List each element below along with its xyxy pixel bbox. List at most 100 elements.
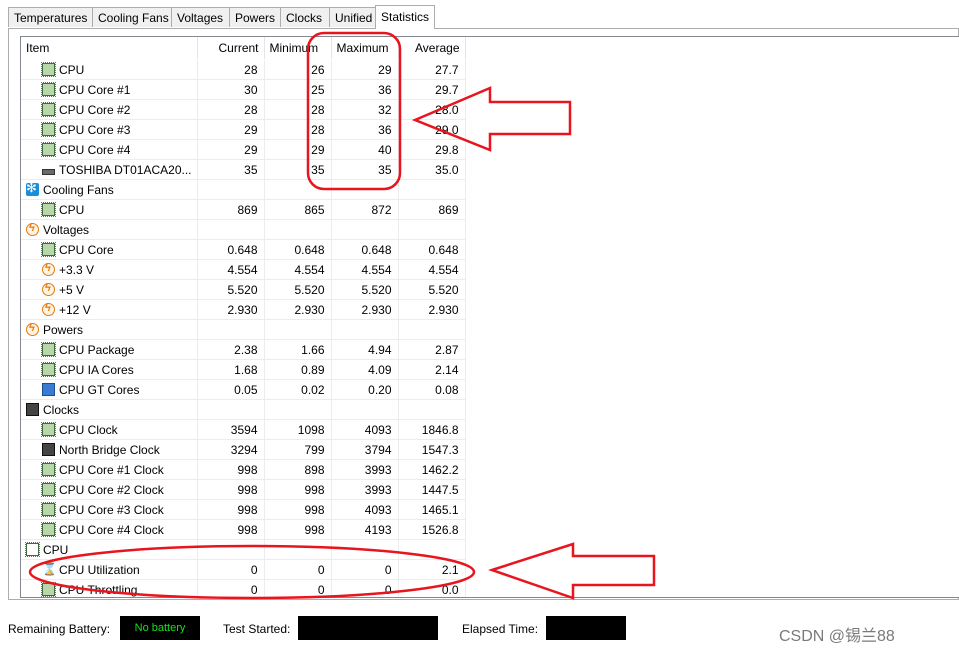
table-row[interactable]: CPU Throttling 0 0 0 0.0 bbox=[21, 579, 953, 597]
category-row[interactable]: Powers bbox=[21, 319, 953, 340]
voltage-icon bbox=[42, 281, 55, 296]
item-label: CPU Core #2 bbox=[59, 102, 131, 117]
current-cell: 28 bbox=[197, 99, 265, 120]
minimum-cell bbox=[264, 539, 332, 560]
filler-cell bbox=[465, 300, 953, 320]
table-row[interactable]: TOSHIBA DT01ACA20... 35 35 35 35.0 bbox=[21, 159, 953, 180]
filler-cell bbox=[465, 200, 953, 220]
chip-icon bbox=[41, 242, 56, 257]
item-cell: CPU bbox=[21, 59, 198, 80]
category-row[interactable]: Voltages bbox=[21, 219, 953, 240]
table-row[interactable]: CPU Clock 3594 1098 4093 1846.8 bbox=[21, 419, 953, 440]
fan-icon bbox=[26, 180, 39, 196]
current-cell: 3294 bbox=[197, 439, 265, 460]
average-cell: 28.0 bbox=[398, 99, 466, 120]
filler-cell bbox=[465, 220, 953, 240]
category-row[interactable]: Cooling Fans bbox=[21, 179, 953, 200]
item-cell: +12 V bbox=[21, 299, 198, 320]
column-header-current[interactable]: Current bbox=[197, 37, 265, 60]
table-row[interactable]: CPU GT Cores 0.05 0.02 0.20 0.08 bbox=[21, 379, 953, 400]
current-cell bbox=[197, 219, 265, 240]
column-header-average[interactable]: Average bbox=[398, 37, 466, 60]
filler-cell bbox=[465, 380, 953, 400]
current-cell: 0 bbox=[197, 579, 265, 597]
category-row[interactable]: Clocks bbox=[21, 399, 953, 420]
average-cell: 1465.1 bbox=[398, 499, 466, 520]
current-cell: 2.930 bbox=[197, 299, 265, 320]
maximum-cell: 35 bbox=[331, 159, 399, 180]
table-row[interactable]: CPU Core #2 Clock 998 998 3993 1447.5 bbox=[21, 479, 953, 500]
item-cell: TOSHIBA DT01ACA20... bbox=[21, 159, 198, 180]
table-row[interactable]: CPU Core 0.648 0.648 0.648 0.648 bbox=[21, 239, 953, 260]
maximum-cell: 36 bbox=[331, 119, 399, 140]
maximum-cell: 4193 bbox=[331, 519, 399, 540]
current-cell: 998 bbox=[197, 479, 265, 500]
table-row[interactable]: CPU Core #4 Clock 998 998 4193 1526.8 bbox=[21, 519, 953, 540]
minimum-cell: 898 bbox=[264, 459, 332, 480]
table-row[interactable]: CPU Core #4 29 29 40 29.8 bbox=[21, 139, 953, 160]
column-header-item[interactable]: Item bbox=[21, 37, 198, 60]
maximum-cell: 3794 bbox=[331, 439, 399, 460]
tab-cooling-fans[interactable]: Cooling Fans bbox=[92, 7, 172, 27]
average-cell: 2.930 bbox=[398, 299, 466, 320]
table-row[interactable]: CPU 28 26 29 27.7 bbox=[21, 59, 953, 80]
item-label: TOSHIBA DT01ACA20... bbox=[59, 162, 192, 177]
chip-icon bbox=[41, 522, 56, 537]
tab-voltages[interactable]: Voltages bbox=[171, 7, 230, 27]
tab-clocks[interactable]: Clocks bbox=[280, 7, 330, 27]
minimum-cell: 25 bbox=[264, 79, 332, 100]
average-cell: 1846.8 bbox=[398, 419, 466, 440]
filler-cell bbox=[465, 280, 953, 300]
maximum-cell bbox=[331, 539, 399, 560]
item-cell: Voltages bbox=[21, 219, 198, 240]
average-cell: 2.87 bbox=[398, 339, 466, 360]
tab-unified[interactable]: Unified bbox=[329, 7, 376, 27]
average-cell: 4.554 bbox=[398, 259, 466, 280]
table-row[interactable]: CPU Core #1 30 25 36 29.7 bbox=[21, 79, 953, 100]
filler-cell bbox=[465, 160, 953, 180]
column-header-maximum[interactable]: Maximum bbox=[331, 37, 399, 60]
average-cell: 0.0 bbox=[398, 579, 466, 597]
column-header-minimum[interactable]: Minimum bbox=[264, 37, 332, 60]
minimum-cell: 2.930 bbox=[264, 299, 332, 320]
item-cell: +3.3 V bbox=[21, 259, 198, 280]
average-cell: 35.0 bbox=[398, 159, 466, 180]
item-cell: CPU Package bbox=[21, 339, 198, 360]
maximum-cell bbox=[331, 319, 399, 340]
average-cell: 1547.3 bbox=[398, 439, 466, 460]
item-label: CPU Core #4 Clock bbox=[59, 522, 164, 537]
elapsed-time-label: Elapsed Time: bbox=[462, 622, 539, 636]
table-row[interactable]: CPU Core #3 Clock 998 998 4093 1465.1 bbox=[21, 499, 953, 520]
table-row[interactable]: +3.3 V4.5544.5544.5544.554 bbox=[21, 259, 953, 280]
sensor-list[interactable]: Item Current Minimum Maximum Average CPU… bbox=[20, 36, 959, 598]
current-cell: 869 bbox=[197, 199, 265, 220]
table-row[interactable]: ⌛ CPU Utilization 0 0 0 2.1 bbox=[21, 559, 953, 580]
chip-icon bbox=[41, 462, 56, 477]
table-row[interactable]: +12 V2.9302.9302.9302.930 bbox=[21, 299, 953, 320]
item-label: CPU Core #3 bbox=[59, 122, 131, 137]
item-label: +12 V bbox=[59, 302, 91, 317]
table-row[interactable]: CPU Core #3 29 28 36 29.0 bbox=[21, 119, 953, 140]
item-cell: CPU Core #3 Clock bbox=[21, 499, 198, 520]
statistics-panel: Item Current Minimum Maximum Average CPU… bbox=[8, 28, 959, 600]
category-row[interactable]: CPU bbox=[21, 539, 953, 560]
minimum-cell bbox=[264, 219, 332, 240]
table-row[interactable]: North Bridge Clock 3294 799 3794 1547.3 bbox=[21, 439, 953, 460]
tab-statistics[interactable]: Statistics bbox=[375, 5, 435, 29]
table-row[interactable]: CPU Package 2.38 1.66 4.94 2.87 bbox=[21, 339, 953, 360]
minimum-cell: 0.02 bbox=[264, 379, 332, 400]
table-row[interactable]: CPU Core #1 Clock 998 898 3993 1462.2 bbox=[21, 459, 953, 480]
filler-cell bbox=[465, 440, 953, 460]
column-header-row: Item Current Minimum Maximum Average bbox=[21, 37, 953, 60]
table-row[interactable]: CPU 869 865 872 869 bbox=[21, 199, 953, 220]
table-row[interactable]: CPU IA Cores 1.68 0.89 4.09 2.14 bbox=[21, 359, 953, 380]
tab-temperatures[interactable]: Temperatures bbox=[8, 7, 93, 27]
item-cell: CPU Core bbox=[21, 239, 198, 260]
table-row[interactable]: +5 V5.5205.5205.5205.520 bbox=[21, 279, 953, 300]
item-cell: CPU Core #4 bbox=[21, 139, 198, 160]
elapsed-time-value bbox=[546, 616, 626, 640]
table-row[interactable]: CPU Core #2 28 28 32 28.0 bbox=[21, 99, 953, 120]
item-label: CPU bbox=[59, 62, 85, 77]
minimum-cell: 998 bbox=[264, 499, 332, 520]
tab-powers[interactable]: Powers bbox=[229, 7, 281, 27]
